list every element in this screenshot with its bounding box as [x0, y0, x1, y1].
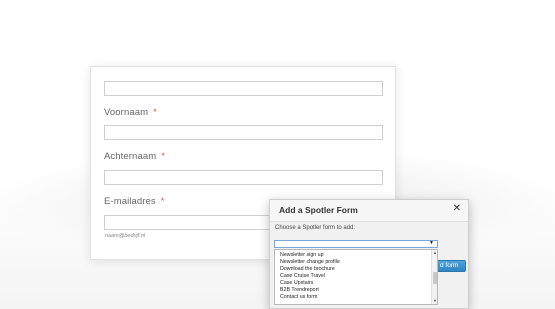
email-label-text: E-mailadres — [104, 196, 156, 207]
email-hint: naam@bedrijf.nl — [105, 233, 146, 239]
dropdown-option[interactable]: Newsletter sign up — [280, 252, 324, 258]
dropdown-option[interactable]: Download the brochure — [280, 266, 335, 272]
required-marker: * — [160, 196, 165, 207]
last-name-label-text: Achternaam — [104, 151, 157, 162]
required-marker: * — [153, 107, 157, 118]
dropdown-option[interactable]: Case Upstairs — [280, 280, 313, 286]
dropdown-option[interactable]: Contact us form — [280, 294, 317, 300]
last-name-label: Achternaam * — [104, 151, 165, 162]
dropdown-option[interactable]: Case Cruise Travel — [280, 273, 325, 279]
top-field-input[interactable] — [104, 81, 383, 96]
last-name-input[interactable] — [104, 170, 383, 185]
dialog-header: Add a Spotler Form ✕ — [270, 200, 468, 222]
required-marker: * — [161, 151, 166, 162]
close-icon[interactable]: ✕ — [453, 204, 461, 214]
email-input[interactable] — [104, 215, 274, 230]
add-spotler-form-dialog: Add a Spotler Form ✕ Choose a Spotler fo… — [269, 199, 469, 309]
dropdown-option[interactable]: Newsletter change profile — [280, 259, 340, 265]
dialog-title: Add a Spotler Form — [279, 205, 358, 215]
page: Voornaam * Achternaam * E-mailadres * naam@… — [0, 0, 555, 309]
spotler-form-select[interactable]: ▼ — [274, 240, 438, 248]
dropdown-option[interactable]: B2B Trendreport — [280, 287, 319, 293]
first-name-input[interactable] — [104, 125, 383, 140]
scroll-up-icon[interactable]: ▲ — [432, 250, 437, 256]
email-label: E-mailadres * — [104, 196, 165, 207]
spotler-form-options-list[interactable]: Newsletter sign up Newsletter change pro… — [274, 249, 438, 305]
first-name-label: Voornaam * — [104, 107, 157, 118]
first-name-label-text: Voornaam — [104, 107, 149, 118]
dropdown-scrollbar[interactable]: ▲ ▼ — [431, 250, 437, 304]
chevron-down-icon: ▼ — [429, 240, 434, 246]
scroll-down-icon[interactable]: ▼ — [432, 298, 437, 304]
scrollbar-thumb[interactable] — [433, 272, 437, 284]
dialog-prompt: Choose a Spotler form to add: — [275, 225, 356, 231]
